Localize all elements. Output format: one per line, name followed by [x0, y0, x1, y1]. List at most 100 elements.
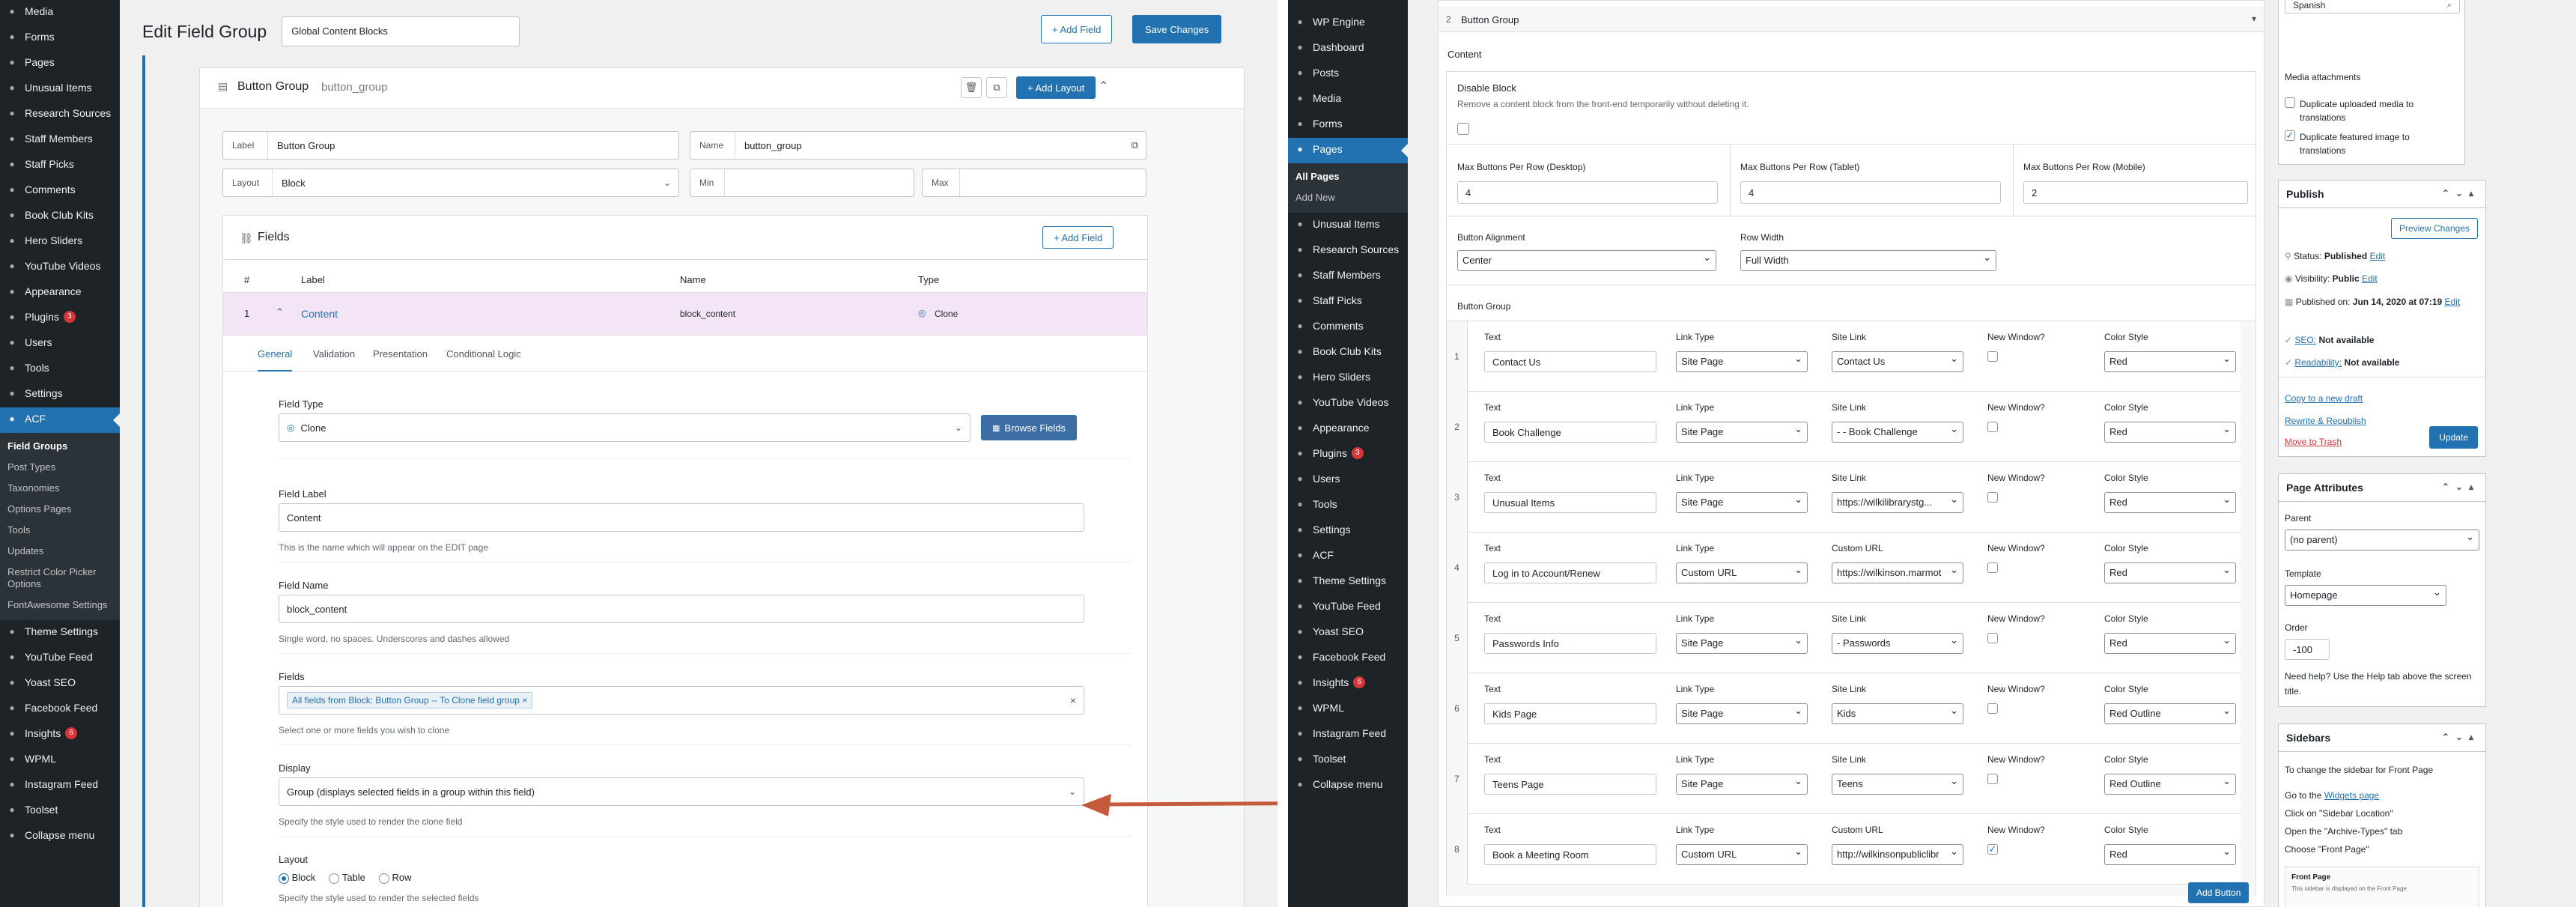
remove-tag-icon[interactable]: × — [522, 695, 527, 706]
copy-draft-link[interactable]: Copy to a new draft — [2285, 393, 2363, 404]
sidebar-item-wpml[interactable]: ● WPML — [1288, 697, 1408, 722]
sidebar-item-theme-settings[interactable]: ● Theme Settings — [1288, 569, 1408, 595]
submenu-item-all-pages[interactable]: All Pages — [1288, 166, 1408, 187]
clear-icon[interactable]: × — [1070, 694, 1076, 706]
sidebar-item-insights[interactable]: ● Insights 6 — [0, 722, 120, 747]
sidebar-item-staff-members[interactable]: ● Staff Members — [0, 127, 120, 153]
rewrite-republish-link[interactable]: Rewrite & Republish — [2285, 416, 2366, 426]
new-window-checkbox[interactable]: ✓ — [1987, 844, 1998, 855]
color-style-select[interactable]: Red — [2104, 633, 2236, 654]
sidebar-item-staff-picks[interactable]: ● Staff Picks — [1288, 289, 1408, 315]
link-type-select[interactable]: Site Page — [1676, 492, 1808, 513]
sidebar-item-acf[interactable]: ● ACF — [0, 407, 120, 433]
block-header[interactable]: 2 Button Group ▾ — [1439, 7, 2264, 32]
sidebar-item-appearance[interactable]: ● Appearance — [1288, 416, 1408, 442]
sidebar-item-unusual-items[interactable]: ● Unusual Items — [1288, 213, 1408, 238]
tab-conditional-logic[interactable]: Conditional Logic — [446, 348, 521, 360]
submenu-item-fontawesome-settings[interactable]: FontAwesome Settings — [0, 595, 120, 616]
duplicate-media-checkbox[interactable] — [2285, 97, 2295, 108]
sidebar-item-pages[interactable]: ● Pages — [0, 51, 120, 76]
link-type-select[interactable]: Site Page — [1676, 703, 1808, 724]
new-window-checkbox[interactable] — [1987, 703, 1998, 714]
field-label-input[interactable]: Content — [279, 503, 1084, 532]
row-number[interactable]: 2 — [1447, 392, 1468, 462]
add-button-button[interactable]: Add Button — [2188, 882, 2250, 903]
sidebar-item-tools[interactable]: ● Tools — [1288, 493, 1408, 518]
save-changes-button[interactable]: Save Changes — [1132, 15, 1222, 43]
collapse-layout-icon[interactable]: ⌃ — [1099, 79, 1108, 94]
language-select[interactable]: Spanish ⌕ — [2285, 0, 2460, 13]
box-controls-icon[interactable]: ⌃⌄▴ — [2442, 732, 2479, 742]
layout-label-input[interactable]: Button Group — [268, 140, 335, 151]
button-alignment-select[interactable]: Center — [1457, 250, 1716, 271]
button-text-input[interactable]: Passwords Info — [1484, 633, 1656, 654]
sidebar-item-toolset[interactable]: ● Toolset — [1288, 747, 1408, 773]
sidebar-item-collapse-menu[interactable]: ● Collapse menu — [1288, 773, 1408, 798]
button-text-input[interactable]: Contact Us — [1484, 351, 1656, 372]
site-link-select[interactable]: Kids — [1832, 703, 1963, 724]
button-text-input[interactable]: Unusual Items — [1484, 492, 1656, 513]
preview-changes-button[interactable]: Preview Changes — [2390, 218, 2478, 239]
layout-max-field[interactable]: Max — [922, 169, 1146, 197]
site-link-select[interactable]: - - Book Challenge — [1832, 422, 1963, 443]
layout-min-field[interactable]: Min — [690, 169, 914, 197]
max-mobile-input[interactable]: 2 — [2023, 181, 2248, 204]
submenu-item-post-types[interactable]: Post Types — [0, 457, 120, 478]
submenu-item-restrict-color-picker-options[interactable]: Restrict Color Picker Options — [0, 562, 120, 595]
row-number[interactable]: 6 — [1447, 673, 1468, 744]
link-type-select[interactable]: Site Page — [1676, 422, 1808, 443]
submenu-item-add-new[interactable]: Add New — [1288, 187, 1408, 208]
duplicate-featured-checkbox[interactable]: ✓ — [2285, 130, 2295, 141]
sidebar-item-unusual-items[interactable]: ● Unusual Items — [0, 76, 120, 102]
sidebar-item-plugins[interactable]: ● Plugins 3 — [1288, 442, 1408, 467]
color-style-select[interactable]: Red — [2104, 422, 2236, 443]
browse-fields-button[interactable]: ▦ Browse Fields — [981, 415, 1078, 440]
tab-presentation[interactable]: Presentation — [373, 348, 428, 360]
sidebar-item-media[interactable]: ● Media — [0, 0, 120, 25]
link-type-select[interactable]: Site Page — [1676, 633, 1808, 654]
new-window-checkbox[interactable] — [1987, 422, 1998, 432]
field-row-label[interactable]: Content — [301, 308, 338, 320]
sidebar-item-settings[interactable]: ● Settings — [1288, 518, 1408, 544]
new-window-checkbox[interactable] — [1987, 633, 1998, 643]
sidebar-item-media[interactable]: ● Media — [1288, 87, 1408, 112]
radio-row[interactable]: Row — [378, 872, 412, 884]
sidebar-item-hero-sliders[interactable]: ● Hero Sliders — [0, 229, 120, 255]
button-text-input[interactable]: Book Challenge — [1484, 422, 1656, 443]
row-number[interactable]: 7 — [1447, 744, 1468, 814]
row-number[interactable]: 5 — [1447, 603, 1468, 673]
display-select[interactable]: Group (displays selected fields in a gro… — [279, 777, 1084, 806]
submenu-item-taxonomies[interactable]: Taxonomies — [0, 478, 120, 499]
sidebar-item-settings[interactable]: ● Settings — [0, 382, 120, 407]
button-text-input[interactable]: Log in to Account/Renew — [1484, 562, 1656, 583]
sidebar-item-youtube-videos[interactable]: ● YouTube Videos — [1288, 391, 1408, 416]
box-controls-icon[interactable]: ⌃⌄▴ — [2442, 482, 2479, 492]
sidebar-item-wp-engine[interactable]: ● WP Engine — [1288, 10, 1408, 36]
submenu-item-field-groups[interactable]: Field Groups — [0, 436, 120, 457]
row-number[interactable]: 1 — [1447, 321, 1468, 392]
add-field-top-button[interactable]: + Add Field — [1041, 15, 1113, 43]
sidebar-item-book-club-kits[interactable]: ● Book Club Kits — [0, 204, 120, 229]
chevron-up-icon[interactable]: ⌃ — [276, 306, 284, 318]
widgets-page-link[interactable]: Widgets page — [2324, 790, 2379, 801]
radio-table[interactable]: Table — [329, 872, 365, 884]
sidebar-item-collapse-menu[interactable]: ● Collapse menu — [0, 824, 120, 849]
tab-general[interactable]: General — [258, 348, 293, 371]
order-input[interactable]: -100 — [2285, 639, 2330, 660]
link-type-select[interactable]: Site Page — [1676, 351, 1808, 372]
max-tablet-input[interactable]: 4 — [1740, 181, 2001, 204]
sidebar-item-tools[interactable]: ● Tools — [0, 357, 120, 382]
row-number[interactable]: 4 — [1447, 533, 1468, 603]
sidebar-item-insights[interactable]: ● Insights 6 — [1288, 671, 1408, 697]
sidebar-item-toolset[interactable]: ● Toolset — [0, 798, 120, 824]
parent-select[interactable]: (no parent) — [2285, 530, 2479, 550]
color-style-select[interactable]: Red — [2104, 351, 2236, 372]
update-button[interactable]: Update — [2429, 426, 2478, 449]
color-style-select[interactable]: Red — [2104, 562, 2236, 583]
move-to-trash-link[interactable]: Move to Trash — [2285, 437, 2342, 447]
field-row-content[interactable]: 1 ⌃ Content block_content ◎ Clone — [223, 292, 1147, 336]
sidebar-item-hero-sliders[interactable]: ● Hero Sliders — [1288, 365, 1408, 391]
add-layout-button[interactable]: + Add Layout — [1016, 76, 1096, 99]
color-style-select[interactable]: Red Outline — [2104, 774, 2236, 795]
submenu-item-updates[interactable]: Updates — [0, 541, 120, 562]
